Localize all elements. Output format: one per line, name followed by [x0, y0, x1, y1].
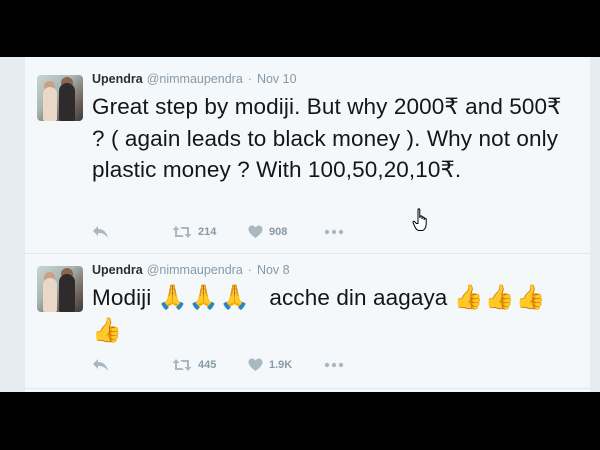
tweet-header: Upendra @nimmaupendra · Nov 8	[92, 263, 290, 277]
retweet-button[interactable]: 445	[172, 358, 216, 372]
like-button[interactable]: 908	[248, 225, 287, 239]
like-count: 908	[269, 226, 288, 238]
more-button[interactable]	[324, 358, 344, 372]
more-dots-icon	[324, 229, 344, 235]
more-button[interactable]	[324, 225, 344, 239]
retweet-icon	[172, 226, 192, 238]
like-count: 1.9K	[269, 359, 293, 371]
reply-button[interactable]	[92, 358, 109, 372]
more-dots-icon	[324, 362, 344, 368]
tweet-text: Modiji 🙏🙏🙏 acche din aagaya 👍👍👍👍	[92, 281, 572, 347]
reply-icon	[93, 359, 108, 371]
reply-button[interactable]	[92, 225, 109, 239]
tweet-text: Great step by modiji. But why 2000₹ and …	[92, 94, 562, 182]
folded-hands-emoji: 🙏🙏🙏	[157, 283, 251, 311]
heart-icon	[248, 225, 263, 238]
tweet-card[interactable]: Upendra @nimmaupendra · Nov 8 Modiji 🙏🙏🙏 ac…	[25, 254, 590, 389]
tweet-date[interactable]: Nov 10	[257, 72, 297, 86]
author-name[interactable]: Upendra	[92, 72, 143, 86]
avatar[interactable]	[37, 75, 83, 121]
retweet-button[interactable]: 214	[172, 225, 216, 239]
heart-icon	[248, 358, 263, 371]
author-handle[interactable]: @nimmaupendra	[147, 263, 243, 277]
like-button[interactable]: 1.9K	[248, 358, 292, 372]
tweet-text-start: Modiji	[92, 285, 158, 310]
separator: ·	[247, 72, 252, 86]
tweet-header: Upendra @nimmaupendra · Nov 10	[92, 72, 297, 86]
separator: ·	[247, 263, 252, 277]
tweet-text-mid: acche din aagaya	[250, 285, 454, 310]
author-handle[interactable]: @nimmaupendra	[147, 72, 243, 86]
retweet-count: 445	[198, 359, 217, 371]
author-name[interactable]: Upendra	[92, 263, 143, 277]
retweet-count: 214	[198, 226, 217, 238]
tweet-card[interactable]: Upendra @nimmaupendra · Nov 10 Great step b…	[25, 57, 590, 254]
hand-cursor-icon	[412, 208, 430, 237]
tweet-date[interactable]: Nov 8	[257, 263, 290, 277]
avatar[interactable]	[37, 266, 83, 312]
retweet-icon	[172, 359, 192, 371]
reply-icon	[93, 226, 108, 238]
